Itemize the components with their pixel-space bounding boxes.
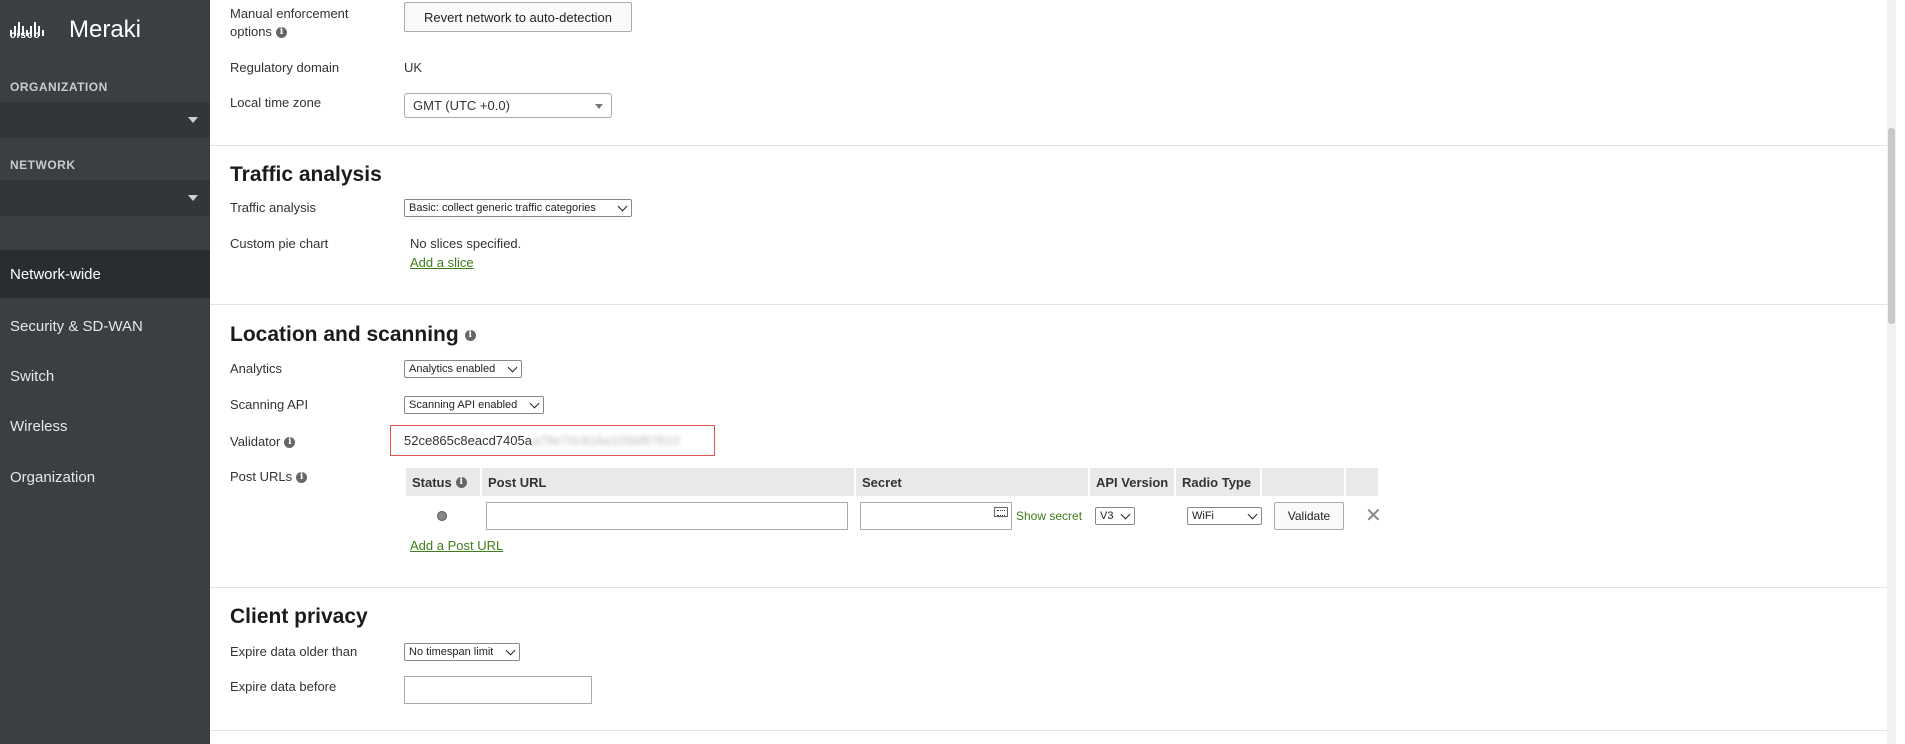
organization-select[interactable] (0, 102, 210, 138)
close-icon[interactable]: ✕ (1365, 506, 1382, 526)
expire-data-older-select[interactable]: No timespan limit (404, 643, 520, 661)
revert-network-button[interactable]: Revert network to auto-detection (404, 2, 632, 32)
time-zone-select[interactable]: GMT (UTC +0.0) (404, 93, 612, 118)
secret-input[interactable] (860, 502, 1012, 530)
validate-button[interactable]: Validate (1274, 502, 1344, 530)
cisco-wordmark: cisco (10, 30, 41, 41)
validator-value[interactable]: 52ce865c8eacd7405a a78e70c816a105bf87810 (390, 425, 715, 456)
section-divider (210, 145, 1896, 146)
nav-switch[interactable]: Switch (0, 352, 210, 400)
expire-data-before-label: Expire data before (230, 679, 337, 694)
organization-label: ORGANIZATION (10, 80, 108, 94)
section-divider (210, 587, 1896, 588)
secret-column-header: Secret (856, 468, 1088, 496)
chevron-down-icon (1120, 509, 1131, 520)
custom-pie-chart-value: No slices specified. (410, 236, 522, 251)
nav-organization[interactable]: Organization (0, 453, 210, 501)
location-scanning-title: Location and scanning i (230, 323, 476, 347)
add-post-url-link[interactable]: Add a Post URL (410, 538, 503, 553)
show-secret-link[interactable]: Show secret (1016, 509, 1082, 523)
nav-security-sd-wan[interactable]: Security & SD-WAN (0, 302, 210, 350)
nav-network-wide[interactable]: Network-wide (0, 250, 210, 298)
section-divider (210, 730, 1896, 731)
network-select[interactable] (0, 180, 210, 216)
validate-column-header (1262, 468, 1344, 496)
nav-wireless[interactable]: Wireless (0, 402, 210, 450)
scrollbar[interactable] (1887, 0, 1896, 744)
status-indicator (437, 511, 447, 521)
post-urls-label: Post URLs i (230, 469, 308, 484)
custom-pie-chart-label: Custom pie chart (230, 236, 329, 251)
main-content: Manual enforcement options i Revert netwo… (210, 0, 1896, 744)
local-time-zone-label: Local time zone (230, 95, 322, 110)
remove-column-header (1346, 468, 1378, 496)
chevron-down-icon (505, 645, 516, 656)
scrollbar-thumb[interactable] (1888, 128, 1895, 324)
post-url-column-header: Post URL (482, 468, 854, 496)
analytics-select[interactable]: Analytics enabled (404, 360, 522, 378)
chevron-down-icon (617, 201, 628, 212)
manual-enforcement-label: Manual enforcement options i (230, 6, 349, 39)
api-version-column-header: API Version (1090, 468, 1174, 496)
scanning-api-label: Scanning API (230, 397, 309, 412)
api-version-select[interactable]: V3 (1095, 507, 1135, 525)
traffic-analysis-title: Traffic analysis (230, 163, 382, 186)
radio-type-column-header: Radio Type (1176, 468, 1260, 496)
radio-type-select[interactable]: WiFi (1187, 507, 1262, 525)
sidebar: cisco Meraki ORGANIZATION NETWORK Networ… (0, 0, 210, 744)
info-icon[interactable]: i (296, 472, 308, 484)
chevron-down-icon (529, 398, 540, 409)
add-slice-link[interactable]: Add a slice (410, 255, 474, 270)
expire-data-before-input[interactable] (404, 676, 592, 704)
info-icon[interactable]: i (284, 437, 296, 449)
regulatory-domain-value: UK (404, 60, 423, 75)
info-icon[interactable]: i (275, 27, 287, 39)
info-icon[interactable]: i (455, 476, 467, 488)
chevron-down-icon (595, 104, 603, 109)
traffic-analysis-select[interactable]: Basic: collect generic traffic categorie… (404, 199, 632, 217)
keypad-icon[interactable] (994, 507, 1008, 517)
expire-data-older-label: Expire data older than (230, 644, 358, 659)
traffic-analysis-label: Traffic analysis (230, 200, 316, 215)
chevron-down-icon (188, 117, 198, 123)
client-privacy-title: Client privacy (230, 605, 368, 628)
meraki-logo[interactable]: cisco Meraki (10, 14, 141, 44)
chevron-down-icon (507, 362, 518, 373)
section-divider (210, 304, 1896, 305)
regulatory-domain-label: Regulatory domain (230, 60, 340, 75)
status-column-header: Status i (406, 468, 480, 496)
chevron-down-icon (1247, 509, 1258, 520)
info-icon[interactable]: i (464, 329, 476, 341)
meraki-wordmark: Meraki (69, 16, 142, 43)
scanning-api-select[interactable]: Scanning API enabled (404, 396, 544, 414)
analytics-label: Analytics (230, 361, 283, 376)
chevron-down-icon (188, 195, 198, 201)
validator-label: Validator i (230, 434, 296, 449)
network-label: NETWORK (10, 158, 76, 172)
post-url-input[interactable] (486, 502, 848, 530)
